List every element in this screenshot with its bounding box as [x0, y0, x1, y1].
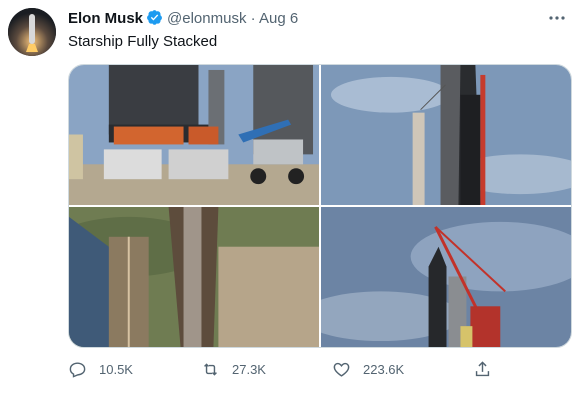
aerial-launch-tower-photo[interactable]	[69, 207, 319, 347]
reply-icon	[69, 362, 86, 378]
heart-icon	[333, 362, 350, 377]
author-handle[interactable]: @elonmusk	[167, 10, 246, 27]
tweet-card: Elon Musk @elonmusk · Aug 6 Starship Full…	[0, 0, 585, 408]
reply-count: 10.5K	[99, 362, 133, 377]
tweet-actions: 10.5K 27.3K 223.6K	[68, 360, 508, 382]
crane-starship-photo[interactable]	[321, 207, 571, 347]
avatar[interactable]	[8, 8, 56, 56]
reply-button[interactable]: 10.5K	[68, 360, 133, 379]
tweet-text: Starship Fully Stacked	[68, 33, 218, 50]
stacked-starship-photo[interactable]	[321, 65, 571, 205]
retweet-button[interactable]: 27.3K	[201, 360, 266, 379]
more-options-icon[interactable]	[546, 8, 568, 28]
share-button[interactable]	[473, 360, 504, 379]
rocket-base-photo[interactable]	[69, 65, 319, 205]
like-button[interactable]: 223.6K	[332, 360, 404, 379]
retweet-count: 27.3K	[232, 362, 266, 377]
tweet-header: Elon Musk @elonmusk · Aug 6	[68, 9, 298, 32]
tweet-timestamp[interactable]: Aug 6	[259, 10, 298, 27]
like-count: 223.6K	[363, 362, 405, 377]
author-name[interactable]: Elon Musk	[68, 10, 143, 27]
share-icon	[475, 361, 490, 377]
meta-separator: ·	[250, 10, 256, 27]
media-grid	[68, 64, 572, 348]
retweet-icon	[204, 363, 217, 376]
verified-badge-icon	[146, 9, 163, 32]
